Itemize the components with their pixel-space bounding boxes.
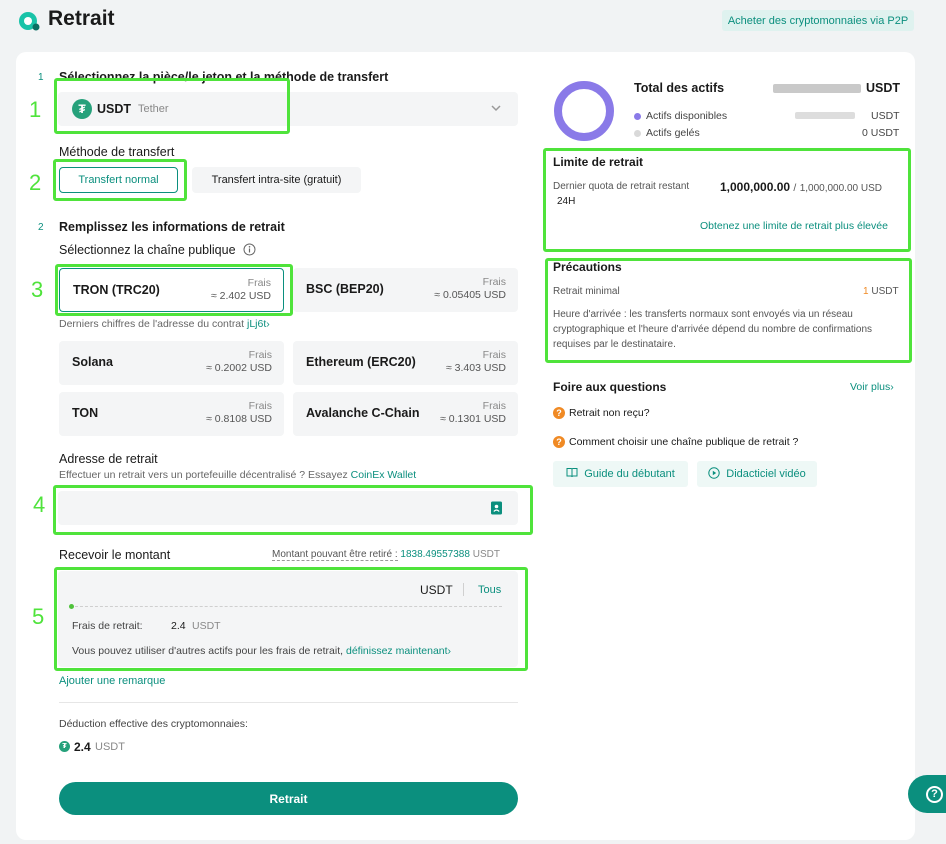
chain-fee-label: Frais: [248, 400, 272, 412]
step-number-2: 2: [38, 222, 44, 233]
annotation-box-1: [54, 78, 290, 134]
available-assets-redacted: [795, 112, 855, 119]
chain-fee-value: ≈ 3.403 USD: [445, 362, 506, 374]
annotation-box-4: [53, 485, 533, 535]
address-title: Adresse de retrait: [59, 452, 158, 466]
contract-hint: Derniers chiffres de l'adresse du contra…: [59, 318, 270, 330]
tether-icon: ₮: [59, 741, 70, 752]
deduction-unit: USDT: [95, 741, 125, 753]
question-icon: ?: [553, 407, 565, 419]
chain-fee-value: ≈ 0.8108 USD: [206, 413, 272, 425]
page-title: Retrait: [48, 7, 115, 30]
question-icon: ?: [553, 436, 565, 448]
chain-name: Avalanche C-Chain: [306, 406, 420, 420]
annotation-number-4: 4: [33, 492, 46, 517]
assets-donut-chart: [554, 81, 614, 141]
divider: [59, 702, 518, 703]
video-tutorial-label: Didacticiel vidéo: [726, 468, 806, 480]
help-button[interactable]: ?: [908, 775, 946, 813]
deduction-value: 2.4: [74, 740, 91, 754]
see-more-label: Voir plus: [850, 381, 891, 393]
info-icon[interactable]: [243, 243, 256, 261]
address-hint-text: Effectuer un retrait vers un portefeuill…: [59, 469, 348, 481]
chain-option-avalanche[interactable]: Avalanche C-Chain Frais ≈ 0.1301 USD: [293, 392, 518, 436]
contract-suffix-value: jLj6t: [247, 318, 267, 330]
chain-fee-label: Frais: [482, 276, 506, 288]
total-assets-unit: USDT: [866, 81, 901, 95]
p2p-buy-button[interactable]: Acheter des cryptomonnaies via P2P: [722, 10, 914, 31]
frozen-assets-label: Actifs gelés: [646, 127, 700, 139]
faq-item[interactable]: ? Retrait non reçu?: [553, 407, 650, 419]
chain-option-ton[interactable]: TON Frais ≈ 0.8108 USD: [59, 392, 284, 436]
total-assets-title: Total des actifs: [634, 81, 725, 95]
beginner-guide-label: Guide du débutant: [584, 468, 675, 480]
available-amount-unit: USDT: [472, 549, 500, 560]
chain-fee-value: ≈ 0.2002 USD: [206, 362, 272, 374]
faq-item-label: Retrait non reçu?: [569, 407, 650, 419]
chain-name: TON: [72, 406, 99, 420]
frozen-assets-value: 0 USDT: [862, 127, 900, 139]
faq-item[interactable]: ? Comment choisir une chaîne publique de…: [553, 436, 798, 448]
faq-title: Foire aux questions: [553, 380, 667, 394]
annotation-box-5: [54, 567, 528, 671]
available-legend-dot: [634, 112, 641, 120]
annotation-number-3: 3: [31, 277, 44, 302]
annotation-box-3: [55, 264, 293, 316]
frozen-legend-dot: [634, 129, 641, 137]
available-amount-label: Montant pouvant être retiré :: [272, 549, 398, 561]
see-more-link[interactable]: Voir plus›: [850, 381, 894, 393]
help-icon: ?: [926, 785, 943, 803]
available-amount-value[interactable]: 1838.49557388: [400, 549, 470, 560]
faq-item-label: Comment choisir une chaîne publique de r…: [569, 436, 799, 448]
play-icon: [708, 466, 720, 482]
address-hint: Effectuer un retrait vers un portefeuill…: [59, 469, 416, 481]
chain-name: Solana: [72, 355, 113, 369]
available-assets-unit: USDT: [871, 110, 900, 122]
chain-name: Ethereum (ERC20): [306, 355, 416, 369]
step-number-1: 1: [38, 72, 44, 83]
transfer-method-label: Méthode de transfert: [59, 145, 175, 159]
chain-fee-value: ≈ 0.1301 USD: [440, 413, 506, 425]
annotation-number-5: 5: [32, 604, 45, 629]
chain-select-label: Sélectionnez la chaîne publique: [59, 243, 236, 257]
chain-fee-value: ≈ 0.05405 USD: [434, 289, 506, 301]
chain-fee-label: Frais: [482, 349, 506, 361]
annotation-box-limit: [543, 148, 911, 252]
video-tutorial-button[interactable]: Didacticiel vidéo: [697, 461, 817, 487]
frozen-assets-row: Actifs gelés: [634, 127, 700, 139]
total-assets-redacted: [773, 84, 861, 93]
withdraw-submit-button[interactable]: Retrait: [59, 782, 518, 815]
chain-option-solana[interactable]: Solana Frais ≈ 0.2002 USD: [59, 341, 284, 385]
chain-name: BSC (BEP20): [306, 282, 384, 296]
chain-option-bsc[interactable]: BSC (BEP20) Frais ≈ 0.05405 USD: [293, 268, 518, 312]
chain-fee-label: Frais: [248, 349, 272, 361]
beginner-guide-button[interactable]: Guide du débutant: [553, 461, 688, 487]
deduction-label: Déduction effective des cryptomonnaies:: [59, 718, 248, 730]
annotation-number-1: 1: [29, 97, 42, 122]
available-amount: Montant pouvant être retiré : 1838.49557…: [272, 549, 500, 561]
contract-hint-text: Derniers chiffres de l'adresse du contra…: [59, 318, 245, 330]
available-assets-row: Actifs disponibles: [634, 110, 727, 122]
chevron-down-icon: [490, 101, 502, 119]
coinex-logo-icon: [18, 10, 40, 32]
chain-fee-label: Frais: [482, 400, 506, 412]
book-icon: [566, 467, 578, 481]
available-assets-label: Actifs disponibles: [646, 110, 728, 122]
step2-title: Remplissez les informations de retrait: [59, 220, 285, 234]
annotation-box-precautions: [545, 258, 912, 363]
annotation-box-2: [53, 159, 187, 201]
add-remark-link[interactable]: Ajouter une remarque: [59, 675, 165, 687]
amount-title: Recevoir le montant: [59, 548, 171, 562]
transfer-intra-site-button[interactable]: Transfert intra-site (gratuit): [192, 167, 361, 193]
annotation-number-2: 2: [29, 170, 42, 195]
chain-option-ethereum[interactable]: Ethereum (ERC20) Frais ≈ 3.403 USD: [293, 341, 518, 385]
coinex-wallet-link[interactable]: CoinEx Wallet: [351, 469, 417, 481]
contract-suffix-link[interactable]: jLj6t›: [247, 318, 270, 330]
